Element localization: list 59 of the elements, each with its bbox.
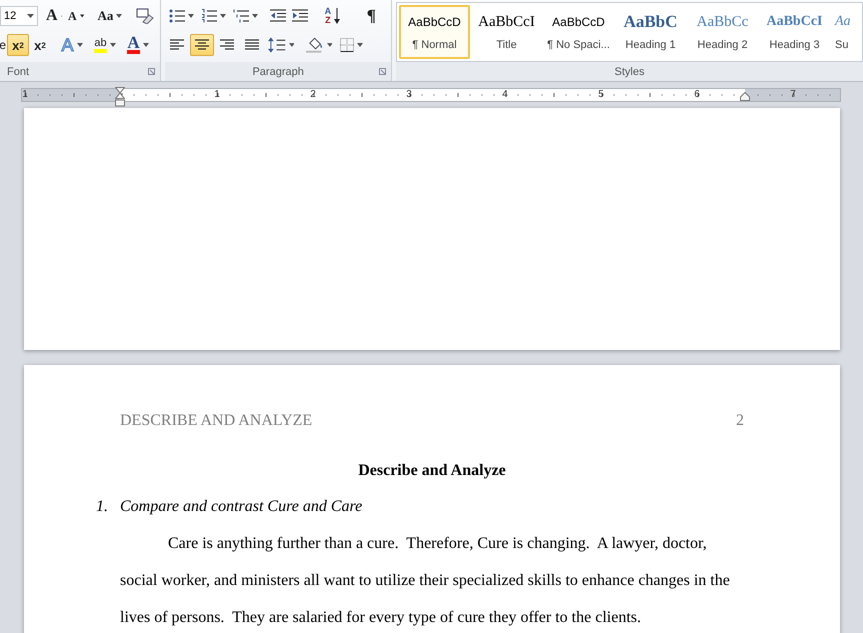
bullet-list-icon (168, 9, 185, 23)
caret-icon (220, 14, 226, 18)
running-header: DESCRIBE AND ANALYZE (120, 412, 312, 430)
align-center-button[interactable] (190, 34, 214, 56)
numbered-list-icon (200, 9, 217, 23)
ruler-number: 1 (21, 89, 29, 101)
font-size-field[interactable]: 12 (0, 6, 38, 26)
caret-icon (188, 14, 194, 18)
ruler-number: 5 (597, 89, 605, 101)
align-justify-icon (245, 39, 260, 51)
paint-bucket-icon (306, 37, 324, 53)
caret-icon (326, 43, 332, 47)
show-formatting-button[interactable]: ¶ (359, 5, 384, 27)
decrease-indent-icon (270, 9, 286, 23)
right-indent-marker[interactable] (740, 92, 750, 101)
group-label: Paragraph (252, 66, 304, 78)
group-label: Font (7, 66, 30, 78)
eraser-icon (136, 8, 154, 24)
border-grid-icon (340, 38, 354, 52)
caret-icon (288, 43, 294, 47)
caret-icon (110, 43, 116, 47)
grow-font-button[interactable]: A (43, 5, 65, 27)
align-right-icon (220, 39, 234, 51)
dialog-launcher-icon[interactable] (379, 68, 386, 75)
caret-icon (76, 43, 82, 47)
align-center-icon (195, 39, 210, 51)
caret-icon (252, 14, 258, 18)
page-number: 2 (736, 412, 744, 430)
group-label: Styles (614, 66, 644, 78)
dialog-launcher-icon[interactable] (148, 68, 156, 75)
sort-button[interactable]: A Z (317, 5, 348, 27)
change-case-button[interactable]: Aa (93, 5, 127, 27)
shrink-font-button[interactable]: A (65, 5, 87, 27)
list-item-text: Compare and contrast Cure and Care (120, 498, 362, 516)
strikethrough-button[interactable]: e (0, 34, 7, 56)
body-paragraph: Care is anything further than a cure. Therefore, Cure is changing. A lawyer, doctor, social worker, and ministers all want to utilize their specialized skills to enhance changes in the lives of persons. They are salaried for every type of cure they offer to the clients. (120, 534, 731, 628)
ruler-number: 1 (213, 89, 221, 101)
ruler-number: 6 (693, 89, 701, 101)
ruler-number: 2 (309, 89, 317, 101)
line-spacing-icon (268, 37, 286, 53)
indent-marker[interactable] (115, 87, 125, 107)
highlight-button[interactable]: ab (87, 34, 123, 56)
style-item[interactable]: AaBbCcD ¶ Normal (399, 5, 470, 59)
ruler-number: 3 (405, 89, 413, 101)
document-heading: Describe and Analyze (357, 462, 507, 480)
down-arrow-icon (80, 14, 84, 18)
list-number: 1. (96, 498, 109, 516)
caret-icon (142, 43, 149, 47)
superscript-button[interactable]: x$^{2}$ (29, 34, 51, 56)
multilevel-list-icon (232, 9, 249, 23)
font-color-button[interactable]: A (123, 34, 153, 56)
down-arrow-icon (334, 8, 340, 24)
align-left-icon (170, 39, 184, 51)
caret-icon (27, 14, 34, 18)
caret-icon (356, 43, 363, 47)
caret-icon (116, 14, 122, 18)
ruler-number: 7 (789, 89, 797, 101)
increase-indent-icon (292, 9, 308, 23)
ruler-number: 4 (501, 89, 509, 101)
